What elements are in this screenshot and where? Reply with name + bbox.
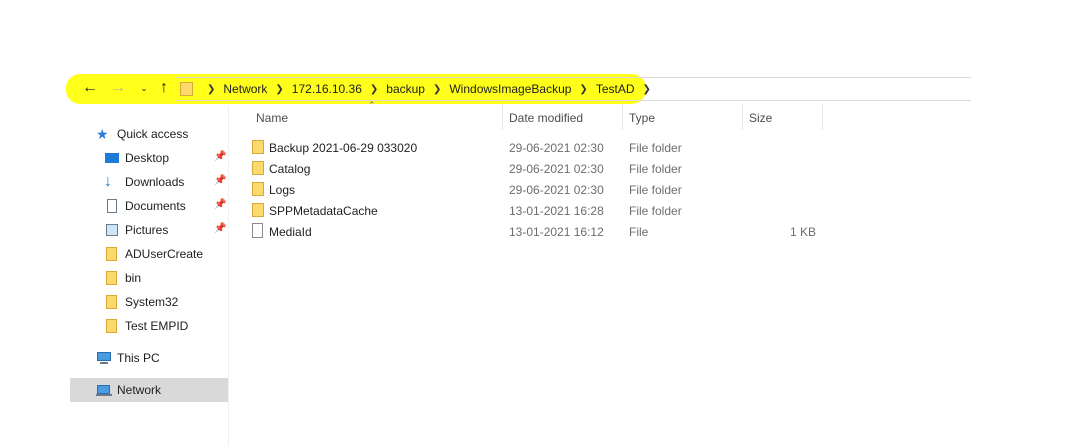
pin-icon: 📌 [214,151,227,162]
folder-icon [104,318,120,334]
table-row[interactable]: SPPMetadataCache 13-01-2021 16:28 File f… [244,200,844,221]
pane-divider [228,106,229,446]
address-box[interactable]: ❯ Network ❯ 172.16.10.36 ❯ backup ❯ Wind… [176,77,971,101]
column-divider[interactable] [822,104,823,130]
star-icon: ★ [96,126,109,142]
back-button[interactable]: ← [80,78,100,98]
chevron-right-icon: ❯ [275,83,284,95]
downloads-icon: ↓ [104,173,112,190]
column-header-type[interactable]: Type [623,104,743,132]
arrow-up-icon: ↑ [160,79,168,96]
column-header-size[interactable]: Size [743,104,823,132]
arrow-left-icon: ← [82,79,98,96]
sidebar-item-adusercreate[interactable]: ADUserCreate [104,244,203,264]
sidebar-item-test-empid[interactable]: Test EMPID [104,316,188,336]
file-date: 13-01-2021 16:28 [509,204,604,218]
column-header-name[interactable]: Name [250,104,502,132]
pin-icon: 📌 [214,175,227,186]
documents-icon [104,198,120,214]
table-row[interactable]: Catalog 29-06-2021 02:30 File folder [244,158,844,179]
pin-icon: 📌 [214,199,227,210]
file-date: 29-06-2021 02:30 [509,141,604,155]
file-date: 29-06-2021 02:30 [509,162,604,176]
folder-icon [104,294,120,310]
file-type: File [629,225,649,239]
file-type: File folder [629,141,682,155]
file-name: Catalog [269,162,311,176]
file-date: 29-06-2021 02:30 [509,183,604,197]
folder-icon [252,140,264,154]
navigation-pane: ★ Quick access Desktop 📌 ↓ Downloads 📌 D… [70,120,228,446]
pictures-icon [104,222,120,238]
breadcrumb-windowsimagebackup[interactable]: ❯ WindowsImageBackup [425,82,571,96]
folder-icon [252,182,264,196]
chevron-right-icon: ❯ [207,83,216,95]
sidebar-item-system32[interactable]: System32 [104,292,178,312]
computer-icon [96,350,112,366]
file-name: Backup 2021-06-29 033020 [269,141,418,155]
file-name: Logs [269,183,296,197]
chevron-right-icon: ❯ [579,83,588,95]
arrow-right-icon: → [110,79,126,96]
breadcrumb-testad[interactable]: ❯ TestAD [571,82,634,96]
sidebar-item-desktop[interactable]: Desktop [104,148,169,168]
folder-icon [104,270,120,286]
file-type: File folder [629,162,682,176]
pin-icon: 📌 [214,223,227,234]
breadcrumb-backup[interactable]: ❯ backup [362,82,425,96]
network-icon [96,382,112,398]
folder-icon [180,82,193,96]
desktop-icon [104,150,120,166]
sidebar-item-quick-access[interactable]: ★ Quick access [96,124,188,144]
file-date: 13-01-2021 16:12 [509,225,604,239]
folder-icon [104,246,120,262]
file-icon [252,223,263,238]
folder-icon [252,161,264,175]
table-row[interactable]: Logs 29-06-2021 02:30 File folder [244,179,844,200]
file-name: SPPMetadataCache [269,204,378,218]
sidebar-item-bin[interactable]: bin [104,268,141,288]
folder-icon [252,203,264,217]
table-row[interactable]: MediaId 13-01-2021 16:12 File 1 KB [244,221,844,242]
chevron-right-icon: ❯ [369,83,379,95]
table-row[interactable]: Backup 2021-06-29 033020 29-06-2021 02:3… [244,137,844,158]
sidebar-item-downloads[interactable]: ↓ Downloads [104,172,184,192]
chevron-right-icon: ❯ [642,83,651,95]
forward-button[interactable]: → [108,78,128,98]
up-button[interactable]: ↑ [154,78,174,98]
chevron-down-icon: ⌄ [140,82,148,93]
sidebar-item-documents[interactable]: Documents [104,196,186,216]
file-type: File folder [629,183,682,197]
file-name: MediaId [269,225,312,239]
column-header-date[interactable]: Date modified [503,104,623,132]
file-type: File folder [629,204,682,218]
sidebar-item-network[interactable]: Network [70,378,228,402]
chevron-right-icon: ❯ [432,83,442,95]
address-bar-row: ← → ⌄ ↑ ❯ Network ❯ 172.16.10.36 ❯ backu… [0,72,1076,106]
breadcrumb-expand[interactable]: ❯ [635,84,659,95]
recent-locations-button[interactable]: ⌄ [134,78,154,98]
breadcrumb-host[interactable]: ❯ 172.16.10.36 [267,82,361,96]
sidebar-item-this-pc[interactable]: This PC [96,348,160,368]
breadcrumb-network[interactable]: ❯ Network [203,82,267,96]
sidebar-item-pictures[interactable]: Pictures [104,220,168,240]
file-size: 1 KB [789,225,816,239]
